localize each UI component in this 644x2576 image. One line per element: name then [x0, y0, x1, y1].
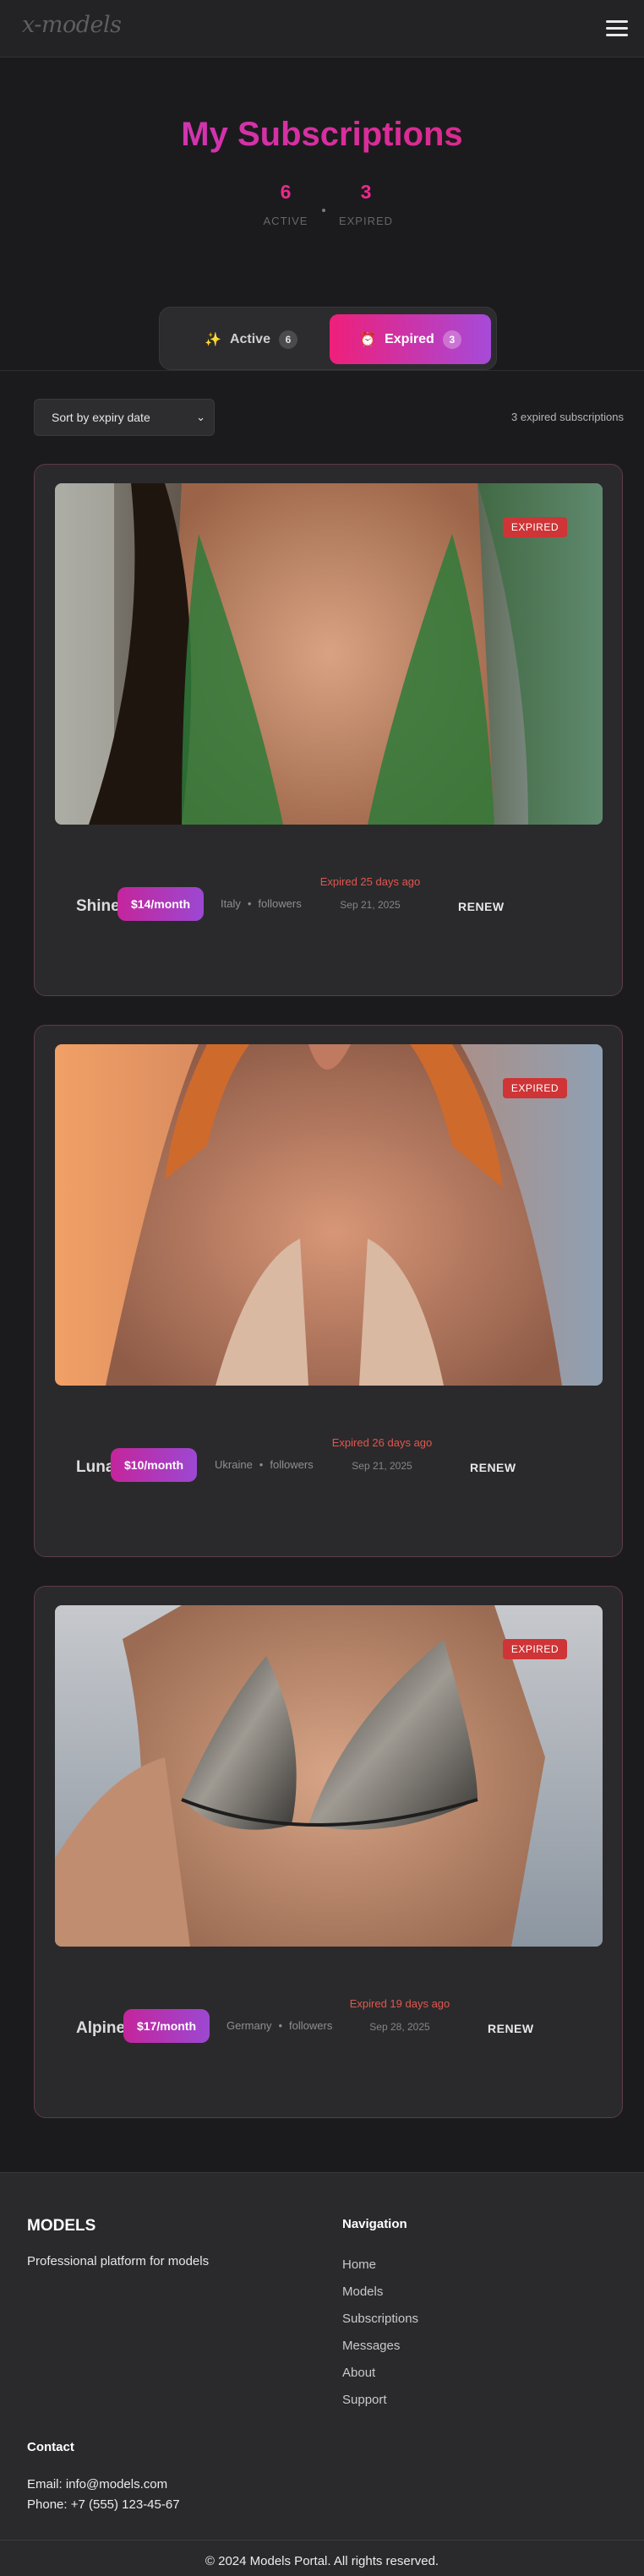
- model-meta: Ukraine • followers: [215, 1458, 314, 1471]
- expired-ago-text: Expired 25 days ago: [319, 875, 421, 888]
- stat-active: 6 ACTIVE: [252, 181, 319, 227]
- subscription-card: EXPIRED Shine $14/month Italy • followers …: [34, 464, 623, 996]
- stat-separator-dot: [322, 209, 325, 212]
- footer-email[interactable]: Email: info@models.com: [27, 2477, 167, 2492]
- sort-select-value: Sort by expiry date: [52, 411, 150, 424]
- expired-badge: EXPIRED: [502, 517, 567, 537]
- tab-expired-label: Expired: [385, 331, 434, 346]
- subscription-count: 3 expired subscriptions: [511, 411, 624, 423]
- price-badge: $14/month: [117, 887, 205, 921]
- model-followers: followers: [289, 2019, 333, 2032]
- model-meta: Germany • followers: [226, 2019, 332, 2032]
- meta-separator: •: [278, 2019, 283, 2032]
- hamburger-icon[interactable]: [606, 19, 628, 37]
- footer-copyright: © 2024 Models Portal. All rights reserve…: [205, 2554, 439, 2568]
- model-country: Ukraine: [215, 1458, 253, 1471]
- tab-expired[interactable]: ⏰ Expired 3: [330, 314, 491, 364]
- footer-divider: [0, 2540, 644, 2541]
- subscription-card: EXPIRED Luna $10/month Ukraine • followers…: [34, 1025, 623, 1557]
- page-title: My Subscriptions: [0, 116, 644, 154]
- price-badge: $10/month: [111, 1448, 198, 1482]
- stat-expired-count: 3: [360, 181, 372, 203]
- tab-active-label: Active: [229, 331, 270, 346]
- footer-link-subscriptions[interactable]: Subscriptions: [342, 2312, 418, 2326]
- model-name[interactable]: Shine: [76, 897, 120, 916]
- expired-badge: EXPIRED: [502, 1078, 567, 1098]
- stat-expired: 3 EXPIRED: [332, 181, 400, 227]
- model-photo[interactable]: EXPIRED: [55, 1605, 603, 1947]
- model-followers: followers: [270, 1458, 314, 1471]
- meta-separator: •: [259, 1458, 264, 1471]
- expired-ago-text: Expired 26 days ago: [331, 1436, 433, 1449]
- tab-active[interactable]: ✨ Active 6: [175, 314, 327, 364]
- tab-active-count: 6: [278, 329, 297, 349]
- expired-date: Sep 21, 2025: [340, 899, 401, 911]
- footer: MODELS Professional platform for models …: [0, 2172, 644, 2576]
- model-followers: followers: [258, 897, 302, 910]
- expired-date: Sep 28, 2025: [369, 2021, 430, 2033]
- logo[interactable]: x-models: [22, 12, 122, 38]
- expired-date: Sep 21, 2025: [352, 1460, 412, 1472]
- footer-link-support[interactable]: Support: [342, 2393, 387, 2407]
- footer-brand: MODELS: [27, 2217, 96, 2235]
- renew-button[interactable]: RENEW: [470, 1461, 516, 1474]
- model-photo[interactable]: EXPIRED: [55, 1044, 603, 1386]
- subscription-card: EXPIRED Alpine $17/month Germany • followe…: [34, 1586, 623, 2118]
- model-country: Italy: [221, 897, 241, 910]
- footer-link-home[interactable]: Home: [342, 2257, 376, 2272]
- footer-link-about[interactable]: About: [342, 2366, 375, 2380]
- alarm-clock-icon: ⏰: [359, 332, 377, 347]
- stat-active-label: ACTIVE: [263, 215, 308, 227]
- footer-link-messages[interactable]: Messages: [342, 2339, 400, 2353]
- model-meta: Italy • followers: [221, 897, 302, 910]
- tab-expired-count: 3: [442, 329, 461, 349]
- meta-separator: •: [247, 897, 252, 910]
- model-photo[interactable]: EXPIRED: [55, 483, 603, 825]
- sparkles-icon: ✨: [205, 332, 221, 347]
- footer-phone[interactable]: Phone: +7 (555) 123-45-67: [27, 2497, 180, 2512]
- footer-tagline: Professional platform for models: [27, 2254, 210, 2268]
- expired-badge: EXPIRED: [502, 1639, 567, 1659]
- chevron-down-icon: ⌄: [196, 411, 205, 423]
- footer-link-models[interactable]: Models: [342, 2285, 383, 2299]
- sort-select[interactable]: Sort by expiry date ⌄: [34, 399, 215, 436]
- model-name[interactable]: Alpine: [76, 2019, 125, 2038]
- top-bar: x-models: [0, 0, 644, 57]
- footer-contact-heading: Contact: [27, 2440, 74, 2454]
- price-badge: $17/month: [123, 2009, 210, 2043]
- model-name[interactable]: Luna: [76, 1458, 114, 1477]
- stat-expired-label: EXPIRED: [338, 215, 394, 227]
- renew-button[interactable]: RENEW: [458, 900, 505, 913]
- divider: [0, 370, 644, 371]
- renew-button[interactable]: RENEW: [488, 2022, 534, 2035]
- stat-active-count: 6: [280, 181, 292, 203]
- footer-nav-heading: Navigation: [342, 2217, 407, 2231]
- model-country: Germany: [226, 2019, 272, 2032]
- expired-ago-text: Expired 19 days ago: [349, 1997, 450, 2010]
- subscription-tabs: ✨ Active 6 ⏰ Expired 3: [159, 307, 497, 370]
